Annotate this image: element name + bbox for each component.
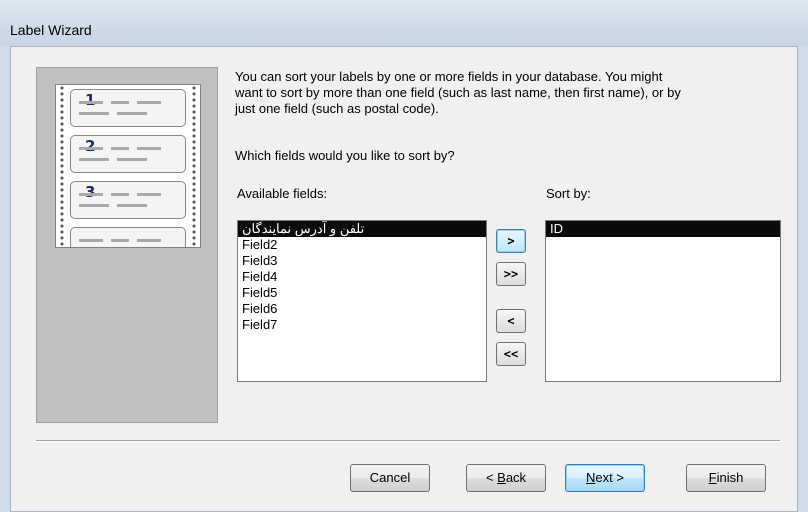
list-item[interactable]: Field2 (238, 237, 486, 253)
list-item[interactable]: ID (546, 221, 780, 237)
finish-rest: inish (716, 470, 744, 485)
back-prefix: < (485, 470, 498, 485)
title-bar[interactable]: Label Wizard (0, 0, 808, 46)
tractor-feed-holes-right (190, 85, 198, 247)
back-access-key: B (497, 470, 506, 485)
label-graphic-2: 2 (70, 135, 186, 173)
list-item[interactable]: Field5 (238, 285, 486, 301)
tractor-feed-holes-left (58, 85, 66, 247)
finish-access-key: F (708, 470, 717, 485)
back-rest: ack (505, 470, 527, 485)
list-item[interactable]: Field6 (238, 301, 486, 317)
label-graphic-3: 3 (70, 181, 186, 219)
instruction-line-3: just one field (such as postal code). (235, 101, 439, 116)
next-access-key: N (586, 470, 596, 485)
add-all-fields-button[interactable]: >> (496, 262, 526, 286)
available-fields-label: Available fields: (237, 186, 328, 201)
available-fields-list[interactable]: تلفن و آدرس نمایندگان Field2 Field3 Fiel… (237, 220, 487, 382)
list-item[interactable]: Field4 (238, 269, 486, 285)
add-field-button[interactable]: > (496, 229, 526, 253)
instruction-line-1: You can sort your labels by one or more … (235, 69, 663, 84)
instruction-line-2: want to sort by more than one field (suc… (235, 85, 681, 100)
cancel-button[interactable]: Cancel (350, 464, 430, 492)
label-number: 2 (85, 137, 96, 155)
sort-by-label: Sort by: (546, 186, 591, 201)
next-button[interactable]: Next > (565, 464, 645, 492)
list-item[interactable]: Field7 (238, 317, 486, 333)
footer-separator (36, 440, 780, 442)
label-graphic-1: 1 (70, 89, 186, 127)
window-title: Label Wizard (10, 22, 92, 38)
label-number: 1 (85, 91, 96, 109)
remove-all-fields-button[interactable]: << (496, 342, 526, 366)
remove-field-button[interactable]: < (496, 309, 526, 333)
next-rest: ext > (595, 470, 624, 485)
label-number: 3 (85, 183, 96, 201)
finish-button[interactable]: Finish (686, 464, 766, 492)
back-button[interactable]: < Back (466, 464, 546, 492)
cancel-button-label: Cancel (369, 470, 411, 485)
list-item[interactable]: Field3 (238, 253, 486, 269)
label-sheet-graphic: 1 2 3 (55, 84, 201, 248)
sort-by-list[interactable]: ID (545, 220, 781, 382)
window-frame-left (0, 46, 10, 512)
sort-question: Which fields would you like to sort by? (235, 148, 455, 163)
label-graphic-4 (70, 227, 186, 247)
window-frame-right (798, 46, 808, 512)
label-illustration: 1 2 3 (36, 67, 218, 423)
list-item[interactable]: تلفن و آدرس نمایندگان (238, 221, 486, 237)
